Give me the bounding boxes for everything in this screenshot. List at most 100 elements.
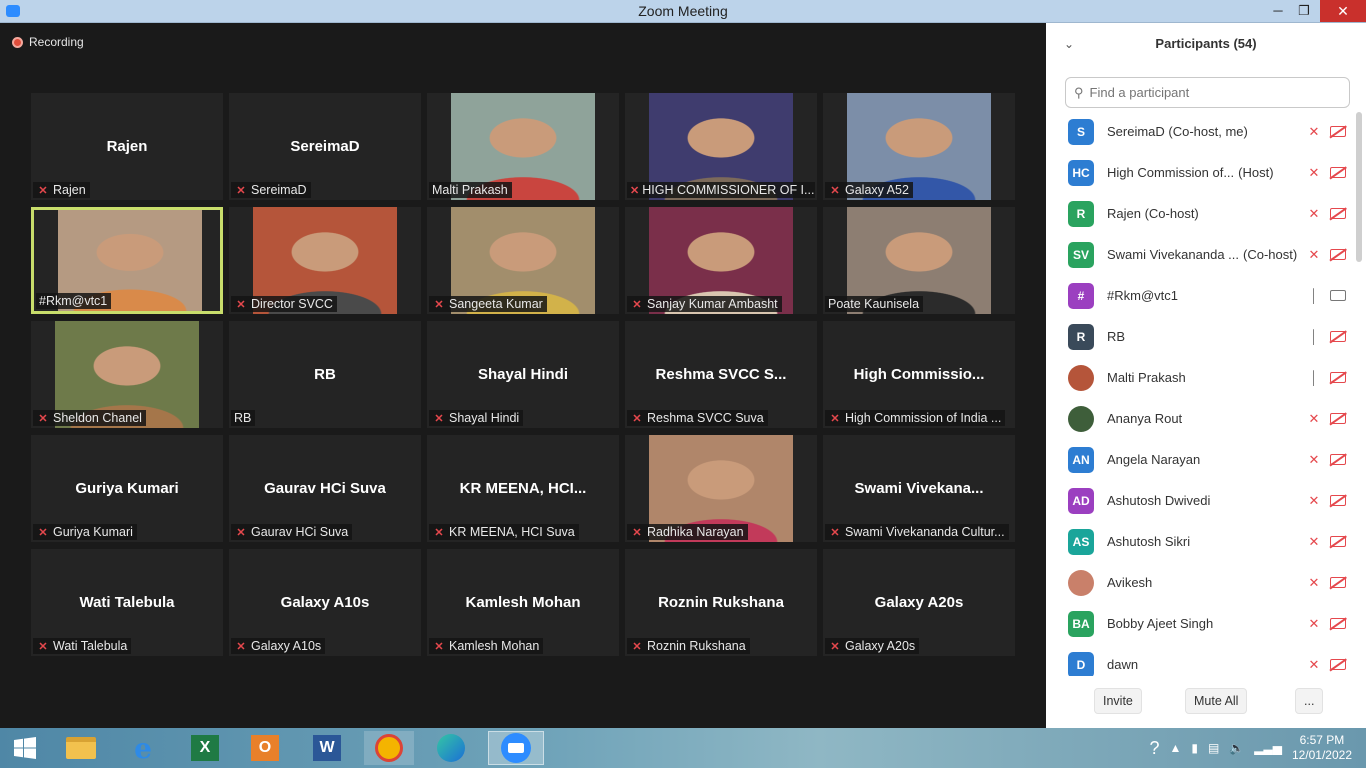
video-tile[interactable]: SereimaD ✕ SereimaD [229,93,421,200]
participant-row[interactable]: AN Angela Narayan ✕ [1046,439,1352,480]
outlook-icon[interactable]: O [240,731,290,765]
chevron-up-icon[interactable]: ▲ [1169,741,1181,755]
mic-muted-icon[interactable]: ✕ [1306,124,1322,140]
tile-label-text: Galaxy A10s [251,639,322,653]
video-tile[interactable]: Wati Talebula ✕ Wati Talebula [31,549,223,656]
close-button[interactable]: ✕ [1320,0,1366,22]
video-tile[interactable]: Malti Prakash [427,93,619,200]
video-tile[interactable]: Shayal Hindi ✕ Shayal Hindi [427,321,619,428]
mute-all-button[interactable]: Mute All [1185,688,1248,714]
camera-off-icon[interactable] [1330,208,1346,219]
video-tile[interactable]: ✕ Galaxy A52 [823,93,1015,200]
excel-icon[interactable]: X [180,731,230,765]
participant-row[interactable]: # #Rkm@vtc1 │ [1046,275,1352,316]
invite-button[interactable]: Invite [1094,688,1142,714]
video-tile[interactable]: ✕ Sanjay Kumar Ambasht [625,207,817,314]
camera-off-icon[interactable] [1330,167,1346,178]
mic-muted-icon[interactable]: ✕ [1306,247,1322,263]
taskbar-clock[interactable]: 6:57 PM 12/01/2022 [1292,733,1352,763]
video-tile[interactable]: KR MEENA, HCI... ✕ KR MEENA, HCI Suva [427,435,619,542]
participant-row[interactable]: SV Swami Vivekananda ... (Co-host) ✕ [1046,234,1352,275]
mic-muted-icon[interactable]: ✕ [1306,534,1322,550]
signal-icon[interactable]: ▂▃▅ [1254,741,1282,755]
camera-off-icon[interactable] [1330,372,1346,383]
participant-row[interactable]: BA Bobby Ajeet Singh ✕ [1046,603,1352,644]
mic-icon[interactable]: │ [1306,370,1322,385]
recording-indicator[interactable]: Recording [12,35,84,49]
participant-status-icons: ✕ [1306,206,1346,222]
volume-icon[interactable]: 🔈 [1229,741,1244,755]
participant-list-scrollbar[interactable] [1356,112,1362,262]
participant-row[interactable]: Avikesh ✕ [1046,562,1352,603]
participant-name: Ashutosh Dwivedi [1107,493,1211,508]
video-tile[interactable]: ✕ Sheldon Chanel [31,321,223,428]
camera-off-icon[interactable] [1330,413,1346,424]
battery-icon[interactable]: ▮ [1191,741,1198,755]
video-tile[interactable]: Kamlesh Mohan ✕ Kamlesh Mohan [427,549,619,656]
participant-row[interactable]: R Rajen (Co-host) ✕ [1046,193,1352,234]
participant-row[interactable]: R RB │ [1046,316,1352,357]
camera-off-icon[interactable] [1330,495,1346,506]
maximize-button[interactable]: ❐ [1290,0,1318,22]
mic-muted-icon[interactable]: ✕ [1306,452,1322,468]
word-icon[interactable]: W [302,731,352,765]
video-tile[interactable]: ✕ HIGH COMMISSIONER OF I... [625,93,817,200]
video-tile[interactable]: Gaurav HCi Suva ✕ Gaurav HCi Suva [229,435,421,542]
edge-icon[interactable] [426,731,476,765]
mic-icon[interactable]: │ [1306,288,1322,303]
zoom-taskbar-icon[interactable] [488,731,544,765]
video-tile[interactable]: ✕ Sangeeta Kumar [427,207,619,314]
help-icon[interactable]: ? [1149,738,1159,759]
tile-display-name: Roznin Rukshana [658,594,784,611]
mic-muted-icon[interactable]: ✕ [1306,165,1322,181]
participant-name: #Rkm@vtc1 [1107,288,1178,303]
video-tile[interactable]: Guriya Kumari ✕ Guriya Kumari [31,435,223,542]
participant-row[interactable]: HC High Commission of... (Host) ✕ [1046,152,1352,193]
camera-off-icon[interactable] [1330,536,1346,547]
internet-explorer-icon[interactable]: e [118,731,168,765]
participant-row[interactable]: AD Ashutosh Dwivedi ✕ [1046,480,1352,521]
participant-row[interactable]: Ananya Rout ✕ [1046,398,1352,439]
participant-row[interactable]: Ddawn ✕ [1046,644,1352,676]
mic-muted-icon[interactable]: ✕ [1306,206,1322,222]
network-icon[interactable]: ▤ [1208,741,1219,755]
video-tile[interactable]: Swami Vivekana... ✕ Swami Vivekananda Cult… [823,435,1015,542]
video-tile[interactable]: Rajen ✕ Rajen [31,93,223,200]
tile-label-text: Malti Prakash [432,183,508,197]
browser-icon[interactable] [364,731,414,765]
mic-muted-icon[interactable]: ✕ [1306,411,1322,427]
camera-off-icon[interactable] [1330,618,1346,629]
camera-off-icon[interactable] [1330,126,1346,137]
video-tile[interactable]: Reshma SVCC S... ✕ Reshma SVCC Suva [625,321,817,428]
minimize-button[interactable]: ─ [1264,0,1292,22]
tile-name-label: ✕ Swami Vivekananda Cultur... [825,524,1009,540]
mic-muted-icon[interactable]: ✕ [1306,575,1322,591]
mic-muted-icon[interactable]: ✕ [1306,616,1322,632]
participant-row[interactable]: AS Ashutosh Sikri ✕ [1046,521,1352,562]
video-tile[interactable]: Galaxy A20s ✕ Galaxy A20s [823,549,1015,656]
mic-muted-icon[interactable]: ✕ [1306,657,1322,673]
file-explorer-icon[interactable] [56,731,106,765]
video-tile[interactable]: High Commissio... ✕ High Commission of Ind… [823,321,1015,428]
camera-off-icon[interactable] [1330,331,1346,342]
video-tile[interactable]: ✕ Radhika Narayan [625,435,817,542]
video-tile[interactable]: RB RB [229,321,421,428]
video-tile[interactable]: #Rkm@vtc1 [31,207,223,314]
camera-off-icon[interactable] [1330,249,1346,260]
windows-start-icon[interactable] [0,731,50,765]
mic-icon[interactable]: │ [1306,329,1322,344]
search-input[interactable] [1089,85,1330,100]
camera-off-icon[interactable] [1330,659,1346,670]
participant-row[interactable]: S SereimaD (Co-host, me) ✕ [1046,111,1352,152]
camera-icon[interactable] [1330,290,1346,301]
participant-search[interactable]: ⚲ [1065,77,1350,108]
video-tile[interactable]: Galaxy A10s ✕ Galaxy A10s [229,549,421,656]
video-tile[interactable]: Poate Kaunisela [823,207,1015,314]
mic-muted-icon[interactable]: ✕ [1306,493,1322,509]
participant-row[interactable]: Malti Prakash │ [1046,357,1352,398]
video-tile[interactable]: ✕ Director SVCC [229,207,421,314]
more-button[interactable]: ... [1295,688,1324,714]
camera-off-icon[interactable] [1330,577,1346,588]
camera-off-icon[interactable] [1330,454,1346,465]
video-tile[interactable]: Roznin Rukshana ✕ Roznin Rukshana [625,549,817,656]
